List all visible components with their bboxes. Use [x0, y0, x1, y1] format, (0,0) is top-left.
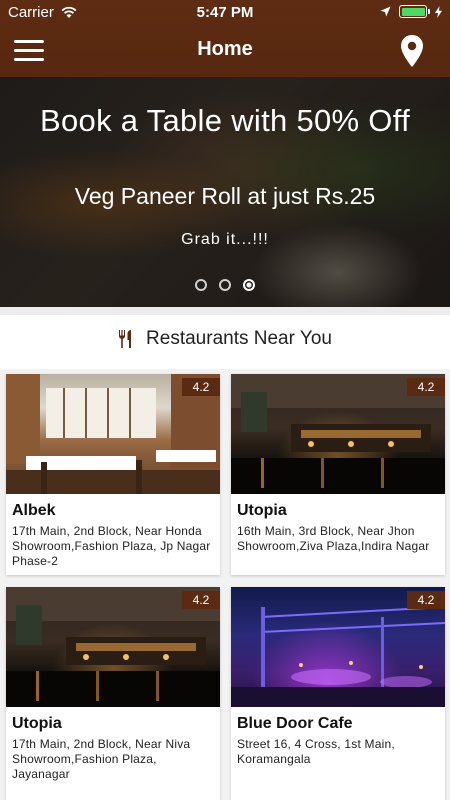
rating-badge: 4.2	[407, 378, 445, 396]
restaurant-address: Street 16, 4 Cross, 1st Main, Koramangal…	[237, 737, 395, 766]
restaurant-photo: 4.2	[231, 587, 445, 707]
location-arrow-icon	[380, 6, 391, 17]
location-pin-icon[interactable]	[400, 34, 424, 68]
banner-tagline: Grab it...!!!	[181, 231, 269, 248]
restaurant-photo: 4.2	[231, 374, 445, 494]
carousel-dot-2[interactable]	[219, 279, 231, 291]
restaurant-name: Utopia	[12, 715, 62, 732]
restaurant-card[interactable]: 4.2 Utopia 16th Main, 3rd Block, Near Jh…	[231, 374, 445, 575]
banner-offer: Veg Paneer Roll at just Rs.25	[74, 183, 376, 209]
restaurant-photo: 4.2	[6, 374, 220, 494]
section-header: Restaurants Near You	[0, 328, 450, 350]
page-title: Home	[197, 38, 253, 60]
rating-badge: 4.2	[182, 378, 220, 396]
restaurant-photo: 4.2	[6, 587, 220, 707]
battery-tip	[428, 9, 430, 14]
restaurant-card[interactable]: 4.2 Albek 17th Main, 2nd Block, Near Hon…	[6, 374, 220, 575]
banner-headline: Book a Table with 50% Off	[40, 103, 410, 138]
restaurant-address: 17th Main, 2nd Block, Near Honda Showroo…	[12, 524, 211, 568]
restaurant-address: 17th Main, 2nd Block, Near Niva Showroom…	[12, 737, 191, 781]
status-indicators	[380, 5, 442, 18]
section-divider	[0, 307, 450, 315]
app-header: Carrier 5:47 PM Home	[0, 0, 450, 77]
battery-icon	[399, 5, 430, 18]
charging-bolt-icon	[435, 5, 442, 18]
battery-fill	[401, 7, 425, 16]
restaurant-name: Blue Door Cafe	[237, 715, 353, 732]
promo-banner[interactable]: Book a Table with 50% Off Veg Paneer Rol…	[0, 77, 450, 307]
restaurant-card[interactable]: 4.2 Blue Door Cafe Street 16, 4 Cross, 1…	[231, 587, 445, 800]
fork-knife-icon	[119, 330, 132, 348]
nav-bar: Home	[0, 26, 450, 77]
carousel-dots	[0, 279, 450, 291]
restaurant-name: Utopia	[237, 502, 287, 519]
restaurant-card[interactable]: 4.2 Utopia 17th Main, 2nd Block, Near Ni…	[6, 587, 220, 800]
restaurant-grid: 4.2 Albek 17th Main, 2nd Block, Near Hon…	[0, 369, 450, 800]
status-bar: Carrier 5:47 PM	[0, 0, 450, 26]
rating-badge: 4.2	[182, 591, 220, 609]
restaurant-address: 16th Main, 3rd Block, Near Jhon Showroom…	[237, 524, 430, 553]
carousel-dot-1[interactable]	[195, 279, 207, 291]
carousel-dot-3[interactable]	[243, 279, 255, 291]
rating-badge: 4.2	[407, 591, 445, 609]
restaurant-name: Albek	[12, 502, 56, 519]
section-title: Restaurants Near You	[146, 328, 332, 349]
